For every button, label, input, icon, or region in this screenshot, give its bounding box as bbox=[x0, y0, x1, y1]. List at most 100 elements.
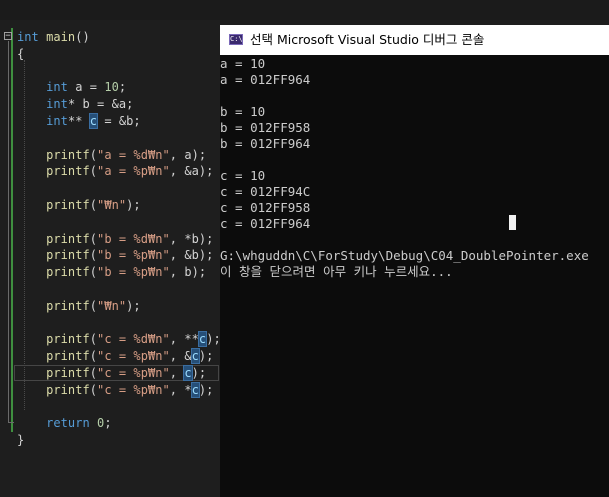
highlighted-token: c bbox=[88, 113, 99, 129]
code-line[interactable]: int a = 10; bbox=[17, 79, 126, 95]
code-line[interactable]: printf("b = %d₩n", *b); bbox=[17, 231, 213, 247]
console-title-bar[interactable]: C:\ 선택 Microsoft Visual Studio 디버그 콘솔 bbox=[220, 25, 609, 55]
fold-guide-line bbox=[8, 41, 9, 423]
code-token: ** bbox=[67, 114, 90, 128]
code-token: , a); bbox=[169, 147, 207, 162]
code-token: printf bbox=[46, 332, 90, 347]
code-token: return bbox=[46, 416, 90, 431]
code-token: 10 bbox=[104, 80, 119, 95]
code-token: ); bbox=[126, 198, 141, 212]
code-token: ); bbox=[206, 332, 221, 347]
console-output-line: b = 012FF964 bbox=[220, 136, 311, 151]
code-token: ( bbox=[89, 198, 98, 212]
code-line[interactable]: printf("b = %p₩n", b); bbox=[17, 264, 206, 280]
code-token: "b = %p₩n" bbox=[97, 265, 170, 280]
code-token: } bbox=[17, 433, 25, 448]
code-token: "a = %d₩n" bbox=[97, 147, 170, 162]
code-line[interactable]: int* b = &a; bbox=[17, 96, 133, 112]
code-token: printf bbox=[46, 298, 90, 313]
code-token: int bbox=[46, 114, 68, 128]
code-token: , b); bbox=[169, 265, 207, 280]
console-output-line: c = 012FF958 bbox=[220, 200, 311, 215]
debug-console-window[interactable]: C:\ 선택 Microsoft Visual Studio 디버그 콘솔 a … bbox=[220, 25, 609, 497]
code-line[interactable]: printf("b = %p₩n", &b); bbox=[17, 247, 213, 263]
code-line[interactable]: printf("c = %d₩n", **c); bbox=[17, 331, 221, 348]
code-token: ; bbox=[104, 416, 112, 431]
code-token: , &b); bbox=[169, 248, 214, 263]
code-line[interactable]: printf("₩n"); bbox=[17, 197, 141, 213]
editor-top-strip bbox=[0, 0, 609, 20]
code-token: printf bbox=[46, 265, 90, 280]
collapse-icon[interactable]: − bbox=[4, 32, 12, 41]
code-token: "c = %p₩n" bbox=[97, 366, 170, 380]
code-line[interactable]: } bbox=[17, 432, 24, 448]
text-cursor bbox=[509, 215, 516, 230]
code-token: a = bbox=[67, 80, 105, 95]
code-token: "c = %d₩n" bbox=[97, 332, 170, 347]
code-token: ( bbox=[89, 382, 98, 397]
code-token: printf bbox=[46, 349, 90, 364]
code-token: printf bbox=[46, 248, 90, 263]
console-output-line: G:\whguddn\C\ForStudy\Debug\C04_DoublePo… bbox=[220, 248, 589, 263]
code-token: int bbox=[46, 97, 68, 112]
code-token: ( bbox=[89, 248, 98, 263]
highlighted-token: c bbox=[190, 348, 200, 365]
code-token: () bbox=[75, 30, 90, 44]
code-line[interactable]: printf("c = %p₩n", c); bbox=[17, 365, 206, 381]
code-token: printf bbox=[46, 231, 90, 246]
code-line[interactable]: int** c = &b; bbox=[17, 113, 141, 129]
console-output-line: 이 창을 닫으려면 아무 키나 누르세요... bbox=[220, 264, 453, 279]
code-token: ( bbox=[89, 349, 98, 364]
code-line[interactable]: { bbox=[17, 46, 24, 62]
code-token: int bbox=[46, 80, 68, 95]
code-token: , &a); bbox=[169, 164, 214, 179]
code-token: ( bbox=[89, 366, 98, 380]
code-token: "c = %p₩n" bbox=[97, 349, 170, 364]
code-token: , bbox=[169, 366, 185, 380]
console-output-line: c = 012FF964 bbox=[220, 216, 311, 231]
code-line[interactable]: printf("₩n"); bbox=[17, 298, 141, 314]
console-output-line: b = 012FF958 bbox=[220, 120, 311, 135]
code-token: ); bbox=[198, 382, 214, 397]
code-line[interactable]: printf("a = %d₩n", a); bbox=[17, 147, 206, 163]
code-token: main bbox=[46, 30, 76, 44]
code-token: ( bbox=[89, 298, 98, 313]
code-token: "₩n" bbox=[97, 298, 127, 313]
console-output-line: a = 10 bbox=[220, 56, 266, 71]
code-token: ); bbox=[126, 298, 141, 313]
code-line[interactable]: printf("a = %p₩n", &a); bbox=[17, 163, 213, 179]
fold-guide-end bbox=[8, 422, 14, 423]
code-token: * b = &a; bbox=[67, 97, 134, 112]
console-output: a = 10 a = 012FF964 b = 10 b = 012FF958 b = … bbox=[220, 56, 609, 280]
code-token: , * bbox=[169, 382, 192, 397]
code-token: printf bbox=[46, 147, 90, 162]
highlighted-token: c bbox=[183, 365, 193, 381]
code-token: "b = %d₩n" bbox=[97, 231, 170, 246]
console-app-icon: C:\ bbox=[229, 34, 243, 45]
code-token: printf bbox=[46, 382, 90, 397]
console-output-line: a = 012FF964 bbox=[220, 72, 311, 87]
code-line[interactable]: int main() bbox=[17, 29, 90, 45]
code-line[interactable]: return 0; bbox=[17, 415, 112, 431]
code-token: = &b; bbox=[97, 114, 141, 128]
code-token: printf bbox=[46, 198, 90, 212]
code-line[interactable]: printf("c = %p₩n", &c); bbox=[17, 348, 213, 365]
highlighted-token: c bbox=[190, 381, 200, 398]
code-token: ( bbox=[89, 164, 98, 179]
code-line[interactable]: printf("c = %p₩n", *c); bbox=[17, 381, 214, 398]
code-token: , *b); bbox=[169, 231, 214, 246]
code-token: ( bbox=[89, 231, 98, 246]
code-token: printf bbox=[46, 366, 90, 380]
